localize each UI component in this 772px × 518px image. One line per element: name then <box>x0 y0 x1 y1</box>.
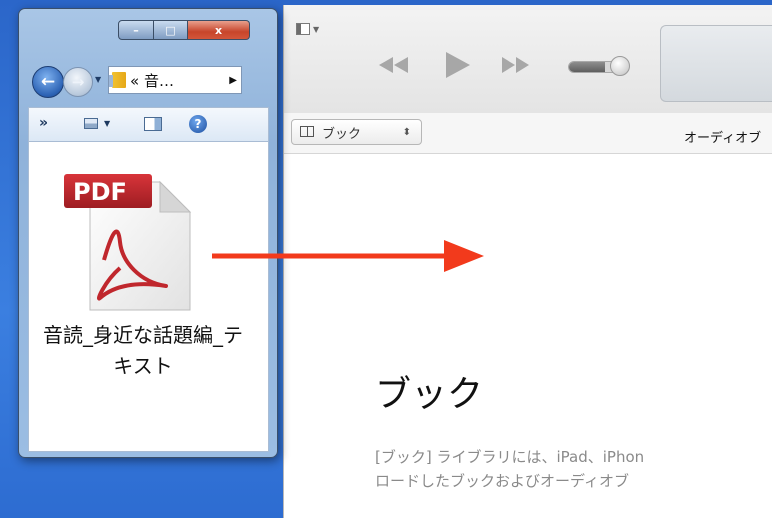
maximize-icon: □ <box>165 23 176 37</box>
views-icon[interactable] <box>84 118 98 129</box>
play-icon[interactable] <box>442 50 472 78</box>
library-description: [ブック] ライブラリには、iPad、iPhon ロードしたブックおよびオーディ… <box>375 445 772 493</box>
explorer-window: – □ x ← → ▼ « 音… ▶ » ▼ ? PDF 音読_身近な話題編_テ… <box>18 8 278 458</box>
toolbar-overflow-button[interactable]: » <box>39 115 48 131</box>
back-button[interactable]: ← <box>32 66 64 98</box>
library-selector-label: ブック <box>322 126 362 142</box>
forward-arrow-icon: → <box>71 73 85 91</box>
minimize-button[interactable]: – <box>118 20 154 40</box>
address-text: « 音… <box>130 71 174 90</box>
volume-knob[interactable] <box>610 56 630 76</box>
menu-caret-icon[interactable]: ▼ <box>313 25 319 34</box>
status-display <box>660 25 772 102</box>
chevron-right-icon[interactable]: ▶ <box>229 75 237 86</box>
explorer-command-bar: » ▼ ? <box>28 107 269 141</box>
tab-audiobooks[interactable]: オーディオブ <box>684 127 761 146</box>
views-dropdown-icon[interactable]: ▼ <box>104 119 110 128</box>
recent-pages-dropdown-icon[interactable]: ▼ <box>95 75 101 84</box>
book-icon <box>300 126 316 138</box>
file-list: PDF 音読_身近な話題編_テキスト <box>28 141 269 452</box>
minimize-icon: – <box>133 23 139 37</box>
help-icon[interactable]: ? <box>189 115 207 133</box>
close-icon: x <box>214 23 223 37</box>
file-name: 音読_身近な話題編_テキスト <box>43 323 243 378</box>
description-line-1: [ブック] ライブラリには、iPad、iPhon <box>375 448 645 466</box>
folder-icon <box>109 72 126 88</box>
forward-button[interactable]: → <box>63 67 93 97</box>
close-button[interactable]: x <box>188 20 250 40</box>
drag-arrow-annotation <box>212 240 484 272</box>
rewind-icon[interactable] <box>376 54 412 76</box>
caption-buttons: – □ x <box>118 20 268 42</box>
updown-chevron-icon: ⬍ <box>402 126 411 138</box>
fast-forward-icon[interactable] <box>498 54 534 76</box>
description-line-2: ロードしたブックおよびオーディオブ <box>375 472 629 490</box>
itunes-toolbar: ▼ <box>284 5 772 114</box>
menu-icon[interactable] <box>296 23 310 35</box>
page-title: ブック <box>375 374 484 415</box>
address-bar[interactable]: « 音… ▶ <box>108 66 242 94</box>
pdf-badge-label: PDF <box>73 178 127 206</box>
back-arrow-icon: ← <box>40 72 56 92</box>
itunes-library-bar: ブック ⬍ オーディオブ <box>284 113 772 154</box>
preview-pane-icon[interactable] <box>144 117 162 131</box>
navigation-bar: ← → ▼ « 音… ▶ <box>32 66 270 100</box>
maximize-button[interactable]: □ <box>154 20 188 40</box>
library-selector-button[interactable]: ブック ⬍ <box>291 119 422 145</box>
volume-fill <box>569 62 605 72</box>
